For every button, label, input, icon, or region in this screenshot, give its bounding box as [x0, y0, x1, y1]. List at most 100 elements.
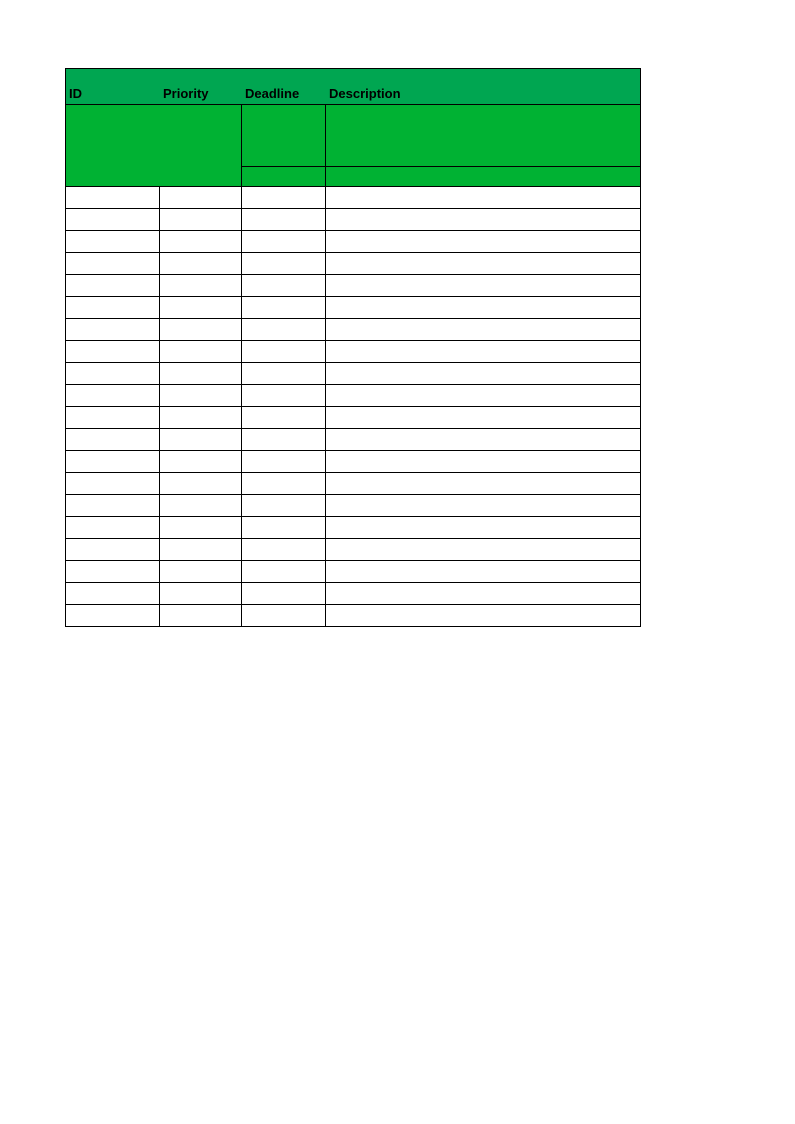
- cell-id[interactable]: [66, 341, 160, 363]
- cell-deadline[interactable]: [242, 583, 326, 605]
- cell-description[interactable]: [326, 473, 640, 495]
- cell-description[interactable]: [326, 319, 640, 341]
- table-row: [66, 385, 640, 407]
- cell-id[interactable]: [66, 209, 160, 231]
- cell-deadline[interactable]: [242, 341, 326, 363]
- cell-deadline[interactable]: [242, 473, 326, 495]
- cell-id[interactable]: [66, 319, 160, 341]
- table-row: [66, 451, 640, 473]
- cell-deadline[interactable]: [242, 451, 326, 473]
- cell-priority[interactable]: [160, 583, 242, 605]
- cell-deadline[interactable]: [242, 297, 326, 319]
- cell-priority[interactable]: [160, 319, 242, 341]
- cell-description[interactable]: [326, 517, 640, 539]
- table-row: [66, 319, 640, 341]
- cell-id[interactable]: [66, 539, 160, 561]
- cell-priority[interactable]: [160, 363, 242, 385]
- cell-deadline[interactable]: [242, 407, 326, 429]
- cell-priority[interactable]: [160, 187, 242, 209]
- table-row: [66, 429, 640, 451]
- cell-deadline[interactable]: [242, 231, 326, 253]
- subheader-description[interactable]: [326, 105, 640, 167]
- cell-description[interactable]: [326, 385, 640, 407]
- cell-description[interactable]: [326, 429, 640, 451]
- cell-id[interactable]: [66, 231, 160, 253]
- cell-id[interactable]: [66, 517, 160, 539]
- cell-description[interactable]: [326, 539, 640, 561]
- cell-description[interactable]: [326, 187, 640, 209]
- cell-description[interactable]: [326, 253, 640, 275]
- cell-deadline[interactable]: [242, 385, 326, 407]
- cell-priority[interactable]: [160, 539, 242, 561]
- cell-id[interactable]: [66, 187, 160, 209]
- cell-description[interactable]: [326, 407, 640, 429]
- table-row: [66, 231, 640, 253]
- cell-deadline[interactable]: [242, 209, 326, 231]
- cell-deadline[interactable]: [242, 517, 326, 539]
- cell-priority[interactable]: [160, 517, 242, 539]
- cell-deadline[interactable]: [242, 429, 326, 451]
- subheader-deadline[interactable]: [242, 105, 326, 167]
- cell-priority[interactable]: [160, 209, 242, 231]
- cell-description[interactable]: [326, 209, 640, 231]
- cell-priority[interactable]: [160, 275, 242, 297]
- cell-id[interactable]: [66, 297, 160, 319]
- cell-priority[interactable]: [160, 407, 242, 429]
- table-row: [66, 583, 640, 605]
- cell-description[interactable]: [326, 561, 640, 583]
- col-header-priority[interactable]: Priority: [160, 69, 242, 105]
- spreadsheet-table: ID Priority Deadline Description: [65, 68, 641, 627]
- cell-id[interactable]: [66, 363, 160, 385]
- cell-priority[interactable]: [160, 561, 242, 583]
- subheader-merged-left[interactable]: [66, 167, 242, 187]
- cell-description[interactable]: [326, 231, 640, 253]
- cell-id[interactable]: [66, 583, 160, 605]
- cell-id[interactable]: [66, 253, 160, 275]
- subheader-merged-left[interactable]: [66, 105, 242, 167]
- cell-description[interactable]: [326, 583, 640, 605]
- cell-id[interactable]: [66, 561, 160, 583]
- cell-description[interactable]: [326, 451, 640, 473]
- cell-description[interactable]: [326, 275, 640, 297]
- cell-deadline[interactable]: [242, 319, 326, 341]
- col-header-description[interactable]: Description: [326, 69, 640, 105]
- cell-deadline[interactable]: [242, 363, 326, 385]
- col-header-id[interactable]: ID: [66, 69, 160, 105]
- cell-priority[interactable]: [160, 605, 242, 627]
- cell-priority[interactable]: [160, 341, 242, 363]
- cell-id[interactable]: [66, 473, 160, 495]
- cell-description[interactable]: [326, 605, 640, 627]
- table-row: [66, 539, 640, 561]
- col-header-deadline[interactable]: Deadline: [242, 69, 326, 105]
- cell-id[interactable]: [66, 495, 160, 517]
- cell-id[interactable]: [66, 605, 160, 627]
- cell-deadline[interactable]: [242, 253, 326, 275]
- subheader-deadline[interactable]: [242, 167, 326, 187]
- table-row: [66, 561, 640, 583]
- cell-priority[interactable]: [160, 495, 242, 517]
- subheader-description[interactable]: [326, 167, 640, 187]
- cell-priority[interactable]: [160, 473, 242, 495]
- cell-priority[interactable]: [160, 429, 242, 451]
- table-row: [66, 495, 640, 517]
- cell-priority[interactable]: [160, 385, 242, 407]
- cell-deadline[interactable]: [242, 539, 326, 561]
- cell-description[interactable]: [326, 495, 640, 517]
- cell-description[interactable]: [326, 363, 640, 385]
- cell-priority[interactable]: [160, 231, 242, 253]
- cell-description[interactable]: [326, 341, 640, 363]
- cell-deadline[interactable]: [242, 275, 326, 297]
- cell-priority[interactable]: [160, 253, 242, 275]
- cell-deadline[interactable]: [242, 561, 326, 583]
- cell-description[interactable]: [326, 297, 640, 319]
- cell-id[interactable]: [66, 275, 160, 297]
- cell-id[interactable]: [66, 451, 160, 473]
- cell-deadline[interactable]: [242, 605, 326, 627]
- cell-priority[interactable]: [160, 451, 242, 473]
- cell-priority[interactable]: [160, 297, 242, 319]
- cell-deadline[interactable]: [242, 187, 326, 209]
- cell-id[interactable]: [66, 407, 160, 429]
- cell-id[interactable]: [66, 429, 160, 451]
- cell-deadline[interactable]: [242, 495, 326, 517]
- cell-id[interactable]: [66, 385, 160, 407]
